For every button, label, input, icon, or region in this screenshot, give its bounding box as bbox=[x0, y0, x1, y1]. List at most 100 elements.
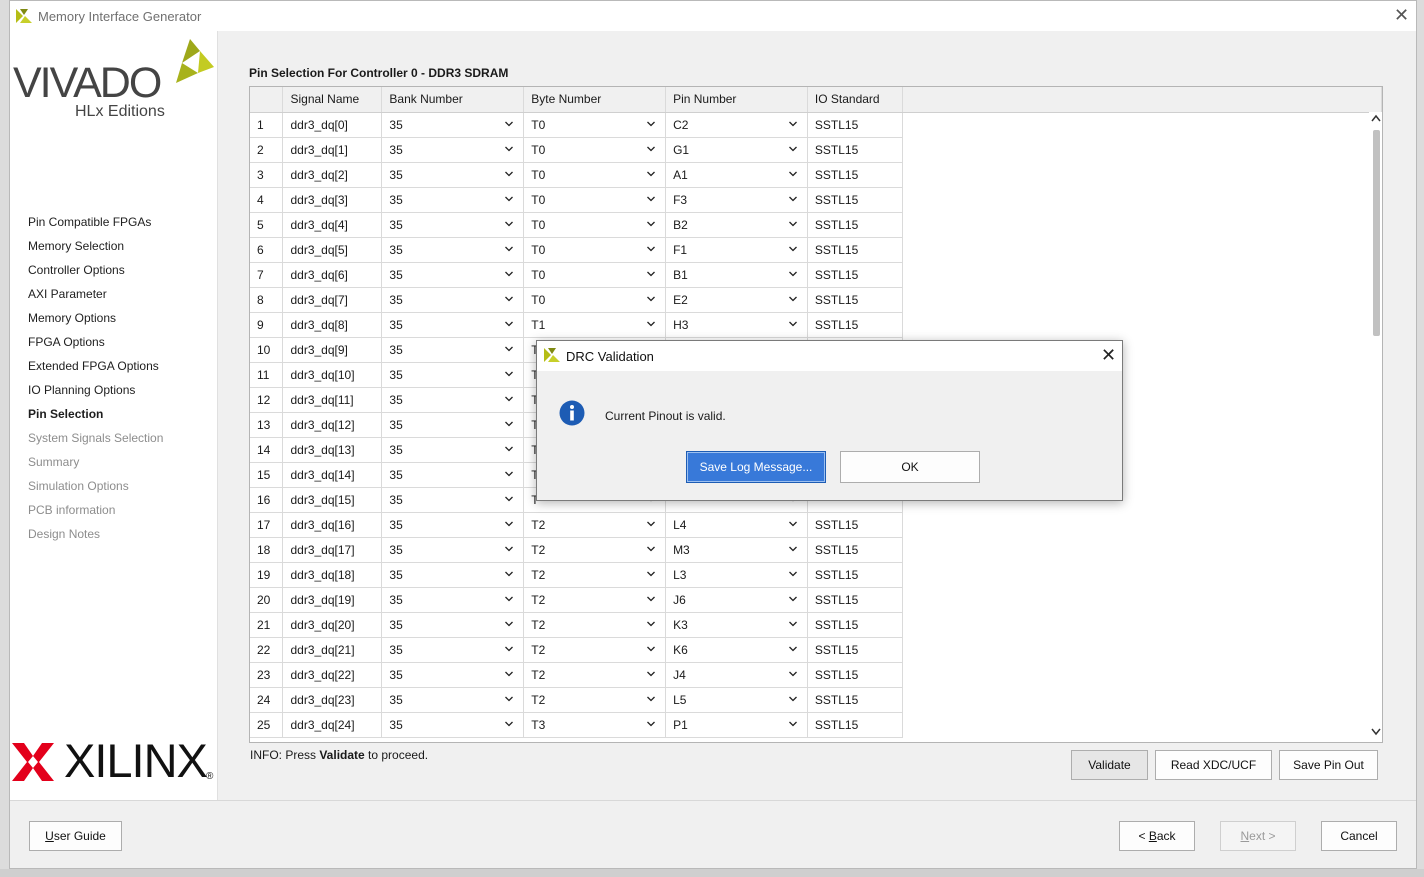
chevron-down-icon[interactable] bbox=[505, 270, 514, 278]
sidebar-item[interactable]: Memory Options bbox=[28, 310, 163, 334]
chevron-down-icon[interactable] bbox=[505, 220, 514, 228]
chevron-down-icon[interactable] bbox=[788, 145, 797, 153]
byte-number-select[interactable]: T0 bbox=[523, 287, 667, 313]
chevron-down-icon[interactable] bbox=[505, 670, 514, 678]
chevron-down-icon[interactable] bbox=[788, 595, 797, 603]
chevron-down-icon[interactable] bbox=[505, 195, 514, 203]
bank-number-select[interactable]: 35 bbox=[381, 637, 525, 663]
byte-number-select[interactable]: T2 bbox=[523, 587, 667, 613]
sidebar-item[interactable]: AXI Parameter bbox=[28, 286, 163, 310]
byte-number-select[interactable]: T2 bbox=[523, 612, 667, 638]
chevron-down-icon[interactable] bbox=[647, 295, 656, 303]
chevron-down-icon[interactable] bbox=[647, 170, 656, 178]
bank-number-select[interactable]: 35 bbox=[381, 712, 525, 738]
chevron-down-icon[interactable] bbox=[505, 370, 514, 378]
chevron-down-icon[interactable] bbox=[647, 245, 656, 253]
chevron-down-icon[interactable] bbox=[505, 320, 514, 328]
chevron-down-icon[interactable] bbox=[505, 170, 514, 178]
chevron-down-icon[interactable] bbox=[647, 695, 656, 703]
chevron-down-icon[interactable] bbox=[647, 570, 656, 578]
byte-number-select[interactable]: T2 bbox=[523, 562, 667, 588]
sidebar-item[interactable]: Summary bbox=[28, 454, 163, 478]
chevron-down-icon[interactable] bbox=[788, 170, 797, 178]
pin-number-select[interactable]: J4 bbox=[665, 662, 808, 688]
byte-number-select[interactable]: T0 bbox=[523, 237, 667, 263]
chevron-down-icon[interactable] bbox=[647, 620, 656, 628]
byte-number-select[interactable]: T0 bbox=[523, 112, 667, 138]
pin-number-select[interactable]: E2 bbox=[665, 287, 808, 313]
bank-number-select[interactable]: 35 bbox=[381, 362, 525, 388]
bank-number-select[interactable]: 35 bbox=[381, 337, 525, 363]
pin-number-select[interactable]: G1 bbox=[665, 137, 808, 163]
byte-number-select[interactable]: T2 bbox=[523, 687, 667, 713]
bank-number-select[interactable]: 35 bbox=[381, 387, 525, 413]
bank-number-select[interactable]: 35 bbox=[381, 412, 525, 438]
chevron-down-icon[interactable] bbox=[505, 470, 514, 478]
bank-number-select[interactable]: 35 bbox=[381, 187, 525, 213]
pin-number-select[interactable]: C2 bbox=[665, 112, 808, 138]
user-guide-button[interactable]: User Guide bbox=[29, 821, 122, 851]
chevron-down-icon[interactable] bbox=[788, 620, 797, 628]
bank-number-select[interactable]: 35 bbox=[381, 612, 525, 638]
ok-button[interactable]: OK bbox=[840, 451, 980, 483]
chevron-down-icon[interactable] bbox=[505, 345, 514, 353]
chevron-down-icon[interactable] bbox=[788, 545, 797, 553]
chevron-down-icon[interactable] bbox=[788, 220, 797, 228]
byte-number-select[interactable]: T0 bbox=[523, 162, 667, 188]
bank-number-select[interactable]: 35 bbox=[381, 687, 525, 713]
scroll-thumb[interactable] bbox=[1373, 130, 1380, 336]
chevron-down-icon[interactable] bbox=[505, 695, 514, 703]
chevron-down-icon[interactable] bbox=[505, 445, 514, 453]
sidebar-item[interactable]: IO Planning Options bbox=[28, 382, 163, 406]
chevron-down-icon[interactable] bbox=[505, 395, 514, 403]
chevron-down-icon[interactable] bbox=[788, 670, 797, 678]
chevron-down-icon[interactable] bbox=[647, 120, 656, 128]
chevron-down-icon[interactable] bbox=[505, 495, 514, 503]
validate-button[interactable]: Validate bbox=[1071, 750, 1148, 780]
scroll-up-icon[interactable] bbox=[1371, 114, 1381, 122]
bank-number-select[interactable]: 35 bbox=[381, 537, 525, 563]
chevron-down-icon[interactable] bbox=[647, 720, 656, 728]
bank-number-select[interactable]: 35 bbox=[381, 237, 525, 263]
byte-number-select[interactable]: T2 bbox=[523, 537, 667, 563]
chevron-down-icon[interactable] bbox=[505, 295, 514, 303]
sidebar-item[interactable]: Design Notes bbox=[28, 526, 163, 550]
sidebar-item[interactable]: Pin Compatible FPGAs bbox=[28, 214, 163, 238]
chevron-down-icon[interactable] bbox=[788, 195, 797, 203]
chevron-down-icon[interactable] bbox=[505, 520, 514, 528]
pin-number-select[interactable]: J6 bbox=[665, 587, 808, 613]
bank-number-select[interactable]: 35 bbox=[381, 662, 525, 688]
byte-number-select[interactable]: T2 bbox=[523, 512, 667, 538]
chevron-down-icon[interactable] bbox=[788, 120, 797, 128]
sidebar-item[interactable]: FPGA Options bbox=[28, 334, 163, 358]
chevron-down-icon[interactable] bbox=[788, 270, 797, 278]
byte-number-select[interactable]: T3 bbox=[523, 712, 667, 738]
chevron-down-icon[interactable] bbox=[647, 595, 656, 603]
sidebar-item[interactable]: Simulation Options bbox=[28, 478, 163, 502]
chevron-down-icon[interactable] bbox=[647, 670, 656, 678]
chevron-down-icon[interactable] bbox=[505, 145, 514, 153]
chevron-down-icon[interactable] bbox=[788, 720, 797, 728]
pin-number-select[interactable]: L4 bbox=[665, 512, 808, 538]
close-icon[interactable]: ✕ bbox=[1394, 5, 1409, 26]
bank-number-select[interactable]: 35 bbox=[381, 262, 525, 288]
pin-number-select[interactable]: B1 bbox=[665, 262, 808, 288]
pin-number-select[interactable]: B2 bbox=[665, 212, 808, 238]
chevron-down-icon[interactable] bbox=[788, 245, 797, 253]
bank-number-select[interactable]: 35 bbox=[381, 312, 525, 338]
chevron-down-icon[interactable] bbox=[505, 570, 514, 578]
byte-number-select[interactable]: T0 bbox=[523, 137, 667, 163]
chevron-down-icon[interactable] bbox=[505, 595, 514, 603]
sidebar-item[interactable]: Memory Selection bbox=[28, 238, 163, 262]
next-button[interactable]: Next > bbox=[1220, 821, 1296, 851]
bank-number-select[interactable]: 35 bbox=[381, 212, 525, 238]
close-icon[interactable]: ✕ bbox=[1101, 345, 1116, 366]
byte-number-select[interactable]: T2 bbox=[523, 637, 667, 663]
byte-number-select[interactable]: T0 bbox=[523, 262, 667, 288]
pin-number-select[interactable]: M3 bbox=[665, 537, 808, 563]
read-xdc-button[interactable]: Read XDC/UCF bbox=[1155, 750, 1272, 780]
sidebar-item[interactable]: Extended FPGA Options bbox=[28, 358, 163, 382]
chevron-down-icon[interactable] bbox=[505, 120, 514, 128]
chevron-down-icon[interactable] bbox=[647, 145, 656, 153]
chevron-down-icon[interactable] bbox=[788, 570, 797, 578]
